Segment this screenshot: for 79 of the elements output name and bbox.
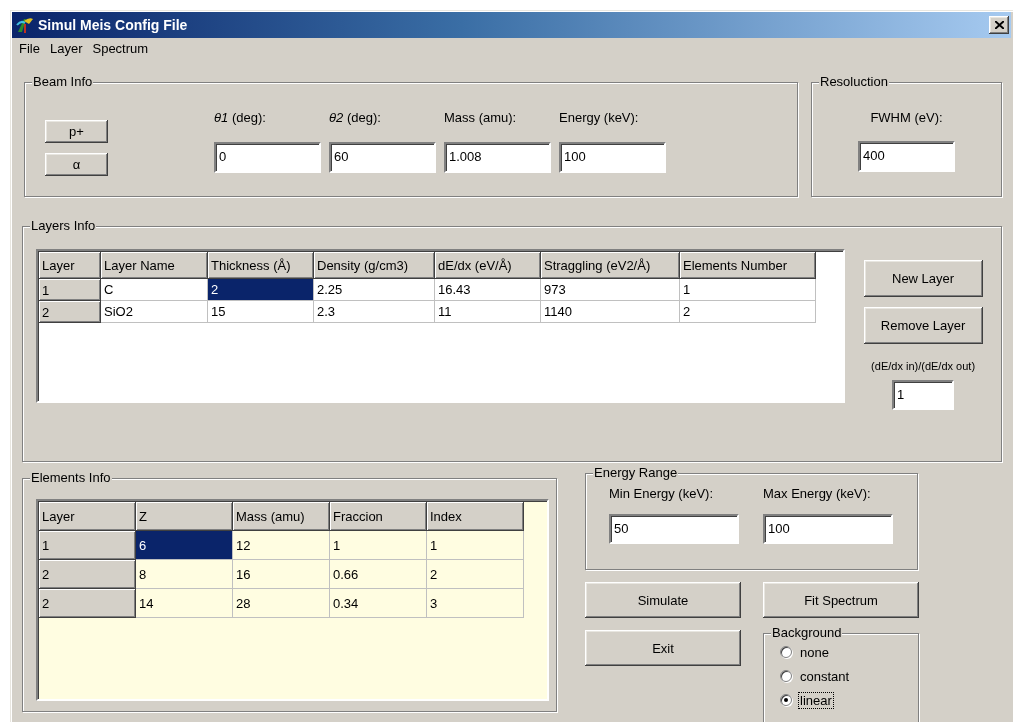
radio-button[interactable] bbox=[780, 694, 792, 706]
field-label: θ1 (deg): bbox=[214, 110, 267, 126]
radio-button[interactable] bbox=[780, 646, 792, 658]
radio-button[interactable] bbox=[780, 670, 792, 682]
action-button[interactable]: Exit bbox=[585, 630, 741, 666]
group-title: Background bbox=[771, 625, 843, 641]
table-cell[interactable]: 6 bbox=[136, 531, 233, 560]
table-cell[interactable]: 16.43 bbox=[435, 279, 541, 301]
field-label: Mass (amu): bbox=[444, 110, 518, 126]
table-cell[interactable]: 16 bbox=[233, 560, 330, 589]
layer-button[interactable]: New Layer bbox=[863, 260, 983, 297]
table-cell[interactable]: 2.3 bbox=[314, 301, 435, 323]
field-label: θ2 (deg): bbox=[329, 110, 382, 126]
field-label: Max Energy (keV): bbox=[763, 486, 872, 502]
row-header[interactable]: 1 bbox=[39, 279, 101, 301]
column-header[interactable]: Layer bbox=[39, 502, 136, 531]
table-cell[interactable]: 2 bbox=[427, 560, 524, 589]
text-field[interactable]: 100 bbox=[559, 142, 666, 173]
table-cell[interactable]: 8 bbox=[136, 560, 233, 589]
table-cell[interactable]: 0.66 bbox=[330, 560, 427, 589]
radio-label[interactable]: none bbox=[799, 644, 830, 660]
action-button[interactable]: Simulate bbox=[585, 582, 741, 618]
column-header[interactable]: Fraccion bbox=[330, 502, 427, 531]
table-cell[interactable]: 2 bbox=[208, 279, 314, 301]
radio-label[interactable]: linear bbox=[799, 692, 833, 708]
particle-button[interactable]: α bbox=[45, 153, 108, 176]
group-title: Layers Info bbox=[30, 218, 97, 234]
row-header[interactable]: 2 bbox=[39, 589, 136, 618]
text-field[interactable]: 0 bbox=[214, 142, 321, 173]
table-cell[interactable]: 1 bbox=[427, 531, 524, 560]
column-header[interactable]: Density (g/cm3) bbox=[314, 252, 435, 279]
close-button[interactable] bbox=[989, 16, 1009, 34]
table-cell[interactable]: 15 bbox=[208, 301, 314, 323]
field-label: Min Energy (keV): bbox=[609, 486, 715, 502]
row-header[interactable]: 1 bbox=[39, 531, 136, 560]
table-cell[interactable]: SiO2 bbox=[101, 301, 208, 323]
table-cell[interactable]: 1 bbox=[680, 279, 816, 301]
field-label: FWHM (eV): bbox=[870, 110, 943, 125]
menu-item[interactable]: Spectrum bbox=[87, 40, 154, 56]
table-cell[interactable]: 973 bbox=[541, 279, 680, 301]
field-label: Energy (keV): bbox=[559, 110, 640, 126]
column-header[interactable]: Layer bbox=[39, 252, 101, 279]
row-header[interactable]: 2 bbox=[39, 560, 136, 589]
text-field[interactable]: 1 bbox=[892, 380, 955, 410]
column-header[interactable]: Z bbox=[136, 502, 233, 531]
text-field[interactable]: 100 bbox=[763, 514, 893, 544]
column-header[interactable]: Layer Name bbox=[101, 252, 208, 279]
table-cell[interactable]: 14 bbox=[136, 589, 233, 618]
layer-button[interactable]: Remove Layer bbox=[863, 307, 983, 344]
column-header[interactable]: Straggling (eV2/Å) bbox=[541, 252, 680, 279]
text-field[interactable]: 400 bbox=[858, 141, 955, 172]
action-button[interactable]: Fit Spectrum bbox=[763, 582, 919, 618]
table-cell[interactable]: 3 bbox=[427, 589, 524, 618]
menu-item[interactable]: File bbox=[14, 40, 45, 56]
column-header[interactable]: Thickness (Å) bbox=[208, 252, 314, 279]
text-field[interactable]: 50 bbox=[609, 514, 739, 544]
column-header[interactable]: Index bbox=[427, 502, 524, 531]
column-header[interactable]: dE/dx (eV/Å) bbox=[435, 252, 541, 279]
menu-item[interactable]: Layer bbox=[44, 40, 88, 56]
text-field[interactable]: 60 bbox=[329, 142, 436, 173]
row-header[interactable]: 2 bbox=[39, 301, 101, 323]
column-header[interactable]: Mass (amu) bbox=[233, 502, 330, 531]
window-title: Simul Meis Config File bbox=[38, 17, 189, 33]
text-field[interactable]: 1.008 bbox=[444, 142, 551, 173]
table-cell[interactable]: 1 bbox=[330, 531, 427, 560]
group-title: Energy Range bbox=[593, 465, 679, 481]
app-icon bbox=[16, 16, 34, 34]
radio-label[interactable]: constant bbox=[799, 668, 851, 684]
table-cell[interactable]: 1140 bbox=[541, 301, 680, 323]
table-cell[interactable]: 11 bbox=[435, 301, 541, 323]
column-header[interactable]: Elements Number bbox=[680, 252, 816, 279]
table-cell[interactable]: 2.25 bbox=[314, 279, 435, 301]
ratio-label: (dE/dx in)/(dE/dx out) bbox=[871, 360, 976, 372]
table-cell[interactable]: 2 bbox=[680, 301, 816, 323]
particle-button[interactable]: p+ bbox=[45, 120, 108, 143]
close-icon bbox=[994, 21, 1004, 29]
table-cell[interactable]: 0.34 bbox=[330, 589, 427, 618]
table-cell[interactable]: 28 bbox=[233, 589, 330, 618]
table-cell[interactable]: 12 bbox=[233, 531, 330, 560]
